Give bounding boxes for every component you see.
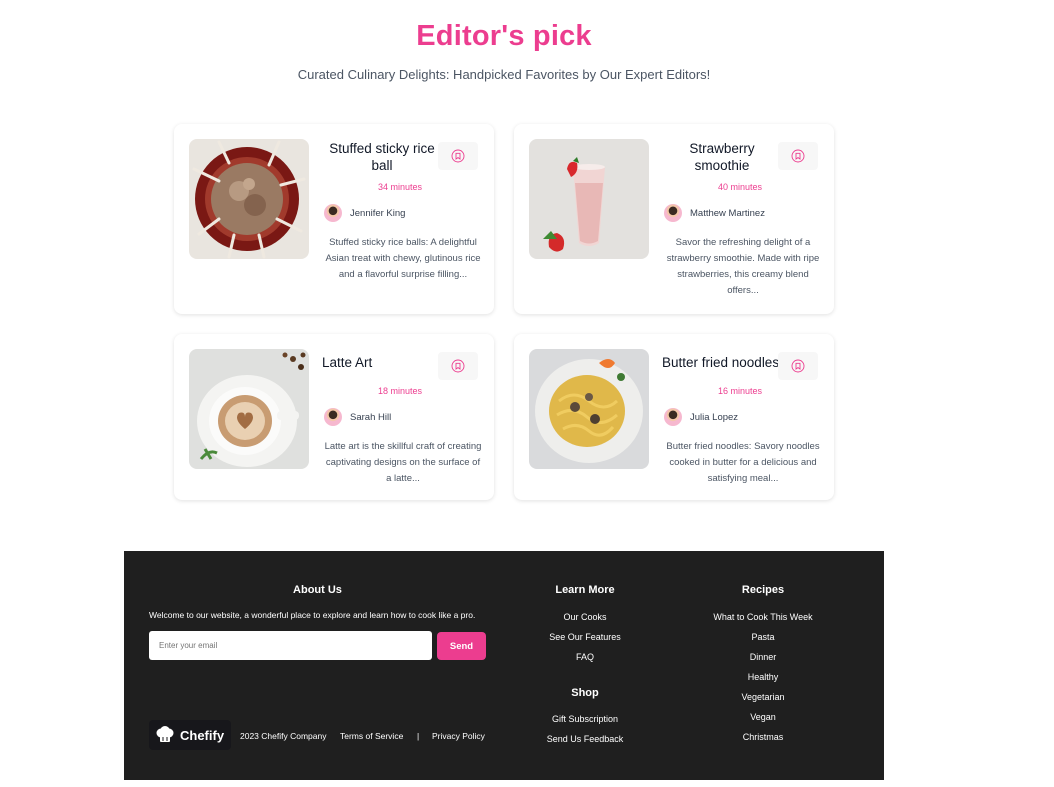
author: Julia Lopez xyxy=(664,408,738,426)
recipe-card[interactable]: Stuffed sticky rice ball 34 minutes Jenn… xyxy=(174,124,494,314)
terms-link[interactable]: Terms of Service xyxy=(340,731,403,741)
footer-link-healthy[interactable]: Healthy xyxy=(698,672,828,682)
footer-link-gift-subscription[interactable]: Gift Subscription xyxy=(525,714,645,724)
cook-time: 34 minutes xyxy=(377,182,423,192)
recipe-description: Latte art is the skillful craft of creat… xyxy=(324,441,482,484)
recipe-description: Stuffed sticky rice balls: A delightful … xyxy=(325,237,481,280)
bookmark-icon xyxy=(451,149,465,163)
recipe-card[interactable]: Strawberry smoothie 40 minutes Matthew M… xyxy=(514,124,834,314)
footer-separator: | xyxy=(417,731,420,741)
recipe-description: Butter fried noodles: Savory noodles coo… xyxy=(666,441,820,484)
author-name: Sarah Hill xyxy=(350,411,392,423)
recipe-title[interactable]: Latte Art xyxy=(322,354,452,371)
bookmark-icon xyxy=(791,149,805,163)
avatar xyxy=(664,204,682,222)
recipe-card[interactable]: Latte Art 18 minutes Sarah Hill Latte ar… xyxy=(174,334,494,500)
author-name: Matthew Martinez xyxy=(690,207,765,219)
avatar xyxy=(664,408,682,426)
avatar xyxy=(324,408,342,426)
author: Matthew Martinez xyxy=(664,204,765,222)
recipe-image xyxy=(189,139,309,259)
section-subtitle: Curated Culinary Delights: Handpicked Fa… xyxy=(297,67,711,82)
privacy-link[interactable]: Privacy Policy xyxy=(432,731,485,741)
brand-name: Chefify xyxy=(180,727,225,743)
avatar xyxy=(324,204,342,222)
bookmark-button[interactable] xyxy=(778,142,818,170)
about-text: Welcome to our website, a wonderful plac… xyxy=(149,610,476,620)
footer-link-features[interactable]: See Our Features xyxy=(525,632,645,642)
cook-time: 16 minutes xyxy=(717,386,763,396)
footer-link-vegan[interactable]: Vegan xyxy=(698,712,828,722)
recipe-image xyxy=(189,349,309,469)
section-title: Editor's pick xyxy=(416,20,592,52)
recipe-card[interactable]: Butter fried noodles 16 minutes Julia Lo… xyxy=(514,334,834,500)
shop-heading: Shop xyxy=(571,687,599,699)
email-input[interactable] xyxy=(149,631,432,660)
author: Sarah Hill xyxy=(324,408,391,426)
bookmark-button[interactable] xyxy=(778,352,818,380)
about-heading: About Us xyxy=(293,584,342,596)
bookmark-button[interactable] xyxy=(438,142,478,170)
chef-hat-icon xyxy=(156,726,174,742)
recipe-image xyxy=(529,139,649,259)
bookmark-icon xyxy=(451,359,465,373)
footer-link-faq[interactable]: FAQ xyxy=(525,652,645,662)
recipe-image xyxy=(529,349,649,469)
footer-link-dinner[interactable]: Dinner xyxy=(698,652,828,662)
footer-link-what-to-cook[interactable]: What to Cook This Week xyxy=(698,612,828,622)
learn-more-heading: Learn More xyxy=(555,584,615,596)
copyright-text: 2023 Chefify Company xyxy=(240,731,327,741)
recipe-title[interactable]: Strawberry smoothie xyxy=(662,140,782,174)
author-name: Julia Lopez xyxy=(690,411,739,423)
recipe-title[interactable]: Stuffed sticky rice ball xyxy=(322,140,442,174)
recipe-description: Savor the refreshing delight of a strawb… xyxy=(666,237,820,296)
send-button[interactable]: Send xyxy=(437,632,486,660)
bookmark-button[interactable] xyxy=(438,352,478,380)
bookmark-icon xyxy=(791,359,805,373)
footer-link-vegetarian[interactable]: Vegetarian xyxy=(698,692,828,702)
footer: About Us Welcome to our website, a wonde… xyxy=(124,551,884,780)
footer-link-pasta[interactable]: Pasta xyxy=(698,632,828,642)
cook-time: 40 minutes xyxy=(717,182,763,192)
footer-link-feedback[interactable]: Send Us Feedback xyxy=(525,734,645,744)
cook-time: 18 minutes xyxy=(377,386,423,396)
author-name: Jennifer King xyxy=(350,207,406,219)
footer-link-christmas[interactable]: Christmas xyxy=(698,732,828,742)
brand-logo[interactable]: Chefify xyxy=(149,720,231,750)
recipes-heading: Recipes xyxy=(741,584,785,596)
footer-link-our-cooks[interactable]: Our Cooks xyxy=(525,612,645,622)
author: Jennifer King xyxy=(324,204,405,222)
